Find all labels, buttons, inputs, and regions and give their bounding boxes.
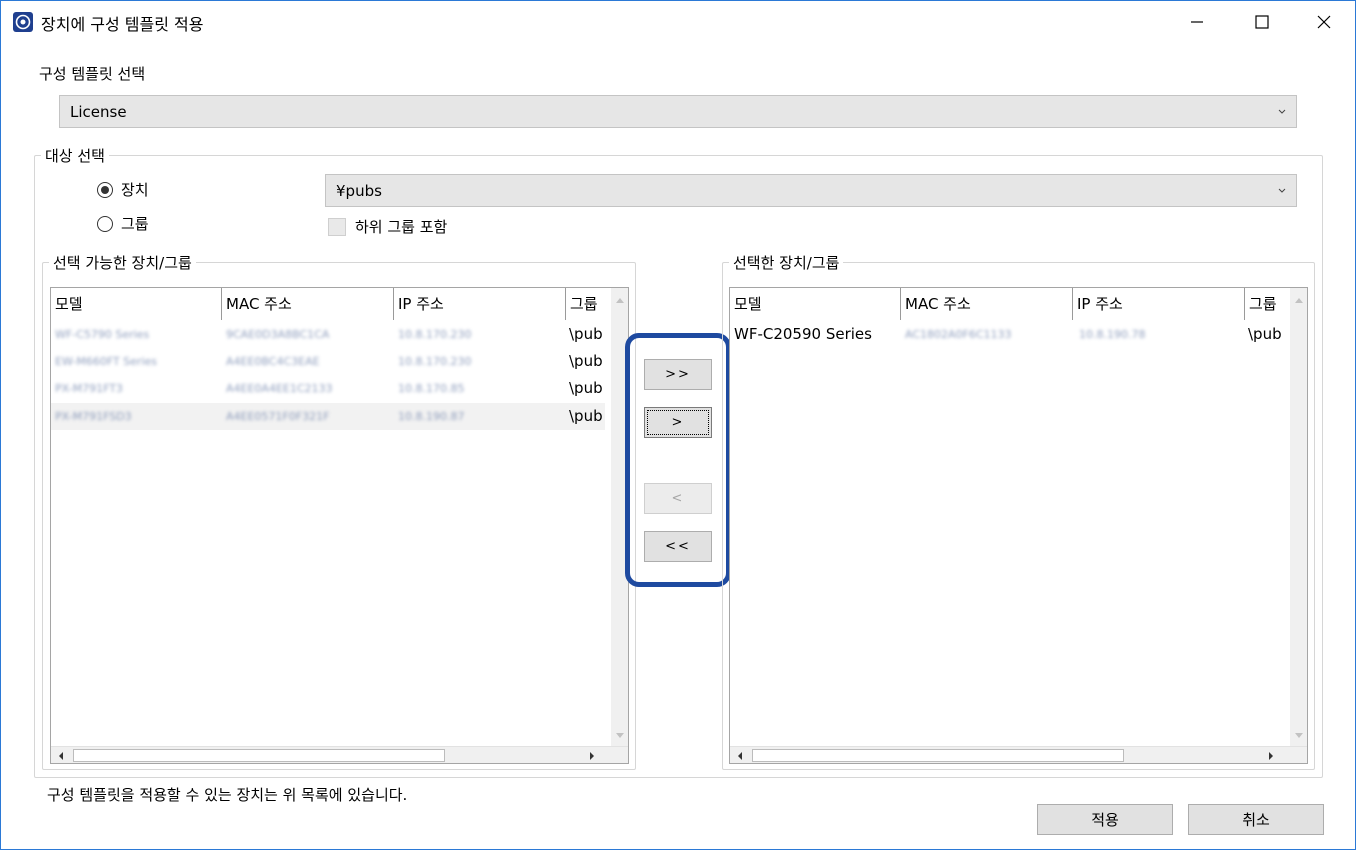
maximize-icon [1255, 15, 1269, 29]
radio-device-label: 장치 [121, 181, 149, 199]
column-header-ip[interactable]: IP 주소 [393, 288, 565, 320]
remove-all-button[interactable]: << [644, 531, 712, 562]
dialog-window: 장치에 구성 템플릿 적용 구성 템플릿 선택 License 대상 선택 장치… [0, 0, 1356, 850]
cell-model: PX-M791FSD3 [55, 410, 132, 423]
column-header-group[interactable]: 그룹 [1244, 288, 1284, 320]
checkbox-box [328, 217, 346, 236]
radio-device-circle [97, 181, 113, 198]
table-row[interactable]: PX-M791FT3 A4EE0A4EE1C2133 10.8.170.85 \… [51, 375, 605, 402]
vertical-scrollbar[interactable] [1290, 288, 1307, 746]
radio-group-circle [97, 215, 113, 232]
app-icon [13, 12, 33, 32]
chevron-down-icon [1278, 109, 1286, 114]
scroll-up-icon[interactable] [611, 291, 628, 308]
column-header-group[interactable]: 그룹 [565, 288, 605, 320]
cell-ip: 10.8.170.230 [398, 355, 472, 368]
maximize-button[interactable] [1229, 1, 1295, 43]
cell-group: \pub [569, 325, 603, 343]
target-groupbox-title: 대상 선택 [41, 145, 109, 166]
add-all-button[interactable]: >> [644, 359, 712, 390]
apply-button[interactable]: 적용 [1037, 804, 1173, 835]
radio-device[interactable]: 장치 [97, 179, 149, 200]
radio-group-label: 그룹 [121, 215, 149, 233]
cell-group: \pub [569, 407, 603, 425]
cell-mac: A4EE0A4EE1C2133 [226, 382, 333, 395]
scroll-left-icon[interactable] [731, 747, 748, 763]
radio-group[interactable]: 그룹 [97, 213, 149, 234]
cell-model: WF-C5790 Series [55, 328, 150, 341]
cell-ip: 10.8.170.230 [398, 328, 472, 341]
scroll-right-icon[interactable] [583, 747, 600, 763]
cell-model: PX-M791FT3 [55, 382, 123, 395]
horizontal-scrollbar[interactable] [730, 746, 1307, 763]
template-label: 구성 템플릿 선택 [39, 65, 146, 83]
cell-group: \pub [569, 379, 603, 397]
cell-mac: 9CAE0D3A8BC1CA [226, 328, 330, 341]
include-subgroups-checkbox[interactable]: 하위 그룹 포함 [328, 216, 447, 237]
cell-mac: AC1802A0F6C1133 [905, 328, 1012, 341]
available-groupbox-title: 선택 가능한 장치/그룹 [49, 252, 196, 273]
cell-group: \pub [569, 352, 603, 370]
available-list[interactable]: 모델 MAC 주소 IP 주소 그룹 WF-C5790 Series 9CAE0… [50, 287, 629, 764]
column-header-mac[interactable]: MAC 주소 [221, 288, 393, 320]
scroll-up-icon[interactable] [1290, 291, 1307, 308]
table-row[interactable]: PX-M791FSD3 A4EE0571F0F321F 10.8.190.87 … [51, 403, 605, 430]
cell-mac: A4EE0571F0F321F [226, 410, 330, 423]
selected-list-header: 모델 MAC 주소 IP 주소 그룹 [730, 288, 1307, 320]
cell-model: WF-C20590 Series [734, 325, 872, 343]
scroll-right-icon[interactable] [1262, 747, 1279, 763]
scroll-left-icon[interactable] [52, 747, 69, 763]
scroll-down-icon[interactable] [611, 727, 628, 744]
remove-selected-button[interactable]: < [644, 483, 712, 514]
window-title: 장치에 구성 템플릿 적용 [41, 15, 204, 34]
cell-group: \pub [1248, 325, 1282, 343]
table-row[interactable]: WF-C20590 Series AC1802A0F6C1133 10.8.19… [730, 321, 1284, 348]
cancel-button[interactable]: 취소 [1188, 804, 1324, 835]
cell-ip: 10.8.190.78 [1079, 328, 1146, 341]
template-select[interactable]: License [59, 95, 1297, 128]
add-selected-button[interactable]: > [644, 407, 712, 438]
path-select-value: ¥pubs [336, 181, 382, 200]
scroll-down-icon[interactable] [1290, 727, 1307, 744]
cell-mac: A4EE0BC4C3EAE [226, 355, 320, 368]
column-header-ip[interactable]: IP 주소 [1072, 288, 1244, 320]
footer-message: 구성 템플릿을 적용할 수 있는 장치는 위 목록에 있습니다. [47, 786, 408, 804]
column-header-mac[interactable]: MAC 주소 [900, 288, 1072, 320]
close-button[interactable] [1291, 1, 1356, 43]
radio-selected-dot [101, 185, 109, 194]
cell-model: EW-M660FT Series [55, 355, 158, 368]
horizontal-scrollbar[interactable] [51, 746, 628, 763]
minimize-button[interactable] [1164, 1, 1230, 43]
selected-list[interactable]: 모델 MAC 주소 IP 주소 그룹 WF-C20590 Series AC18… [729, 287, 1308, 764]
available-list-header: 모델 MAC 주소 IP 주소 그룹 [51, 288, 628, 320]
cell-ip: 10.8.190.87 [398, 410, 465, 423]
title-bar: 장치에 구성 템플릿 적용 [1, 1, 1355, 43]
table-row[interactable]: WF-C5790 Series 9CAE0D3A8BC1CA 10.8.170.… [51, 321, 605, 348]
chevron-down-icon [1278, 188, 1286, 193]
minimize-icon [1191, 21, 1203, 23]
template-select-value: License [70, 102, 127, 121]
scroll-thumb[interactable] [73, 749, 445, 762]
cell-ip: 10.8.170.85 [398, 382, 465, 395]
close-icon [1317, 15, 1331, 29]
selected-groupbox-title: 선택한 장치/그룹 [729, 252, 844, 273]
column-header-model[interactable]: 모델 [51, 288, 221, 320]
table-row[interactable]: EW-M660FT Series A4EE0BC4C3EAE 10.8.170.… [51, 348, 605, 375]
path-select[interactable]: ¥pubs [325, 174, 1297, 207]
scroll-thumb[interactable] [752, 749, 1124, 762]
column-header-model[interactable]: 모델 [730, 288, 900, 320]
include-subgroups-label: 하위 그룹 포함 [355, 218, 448, 236]
